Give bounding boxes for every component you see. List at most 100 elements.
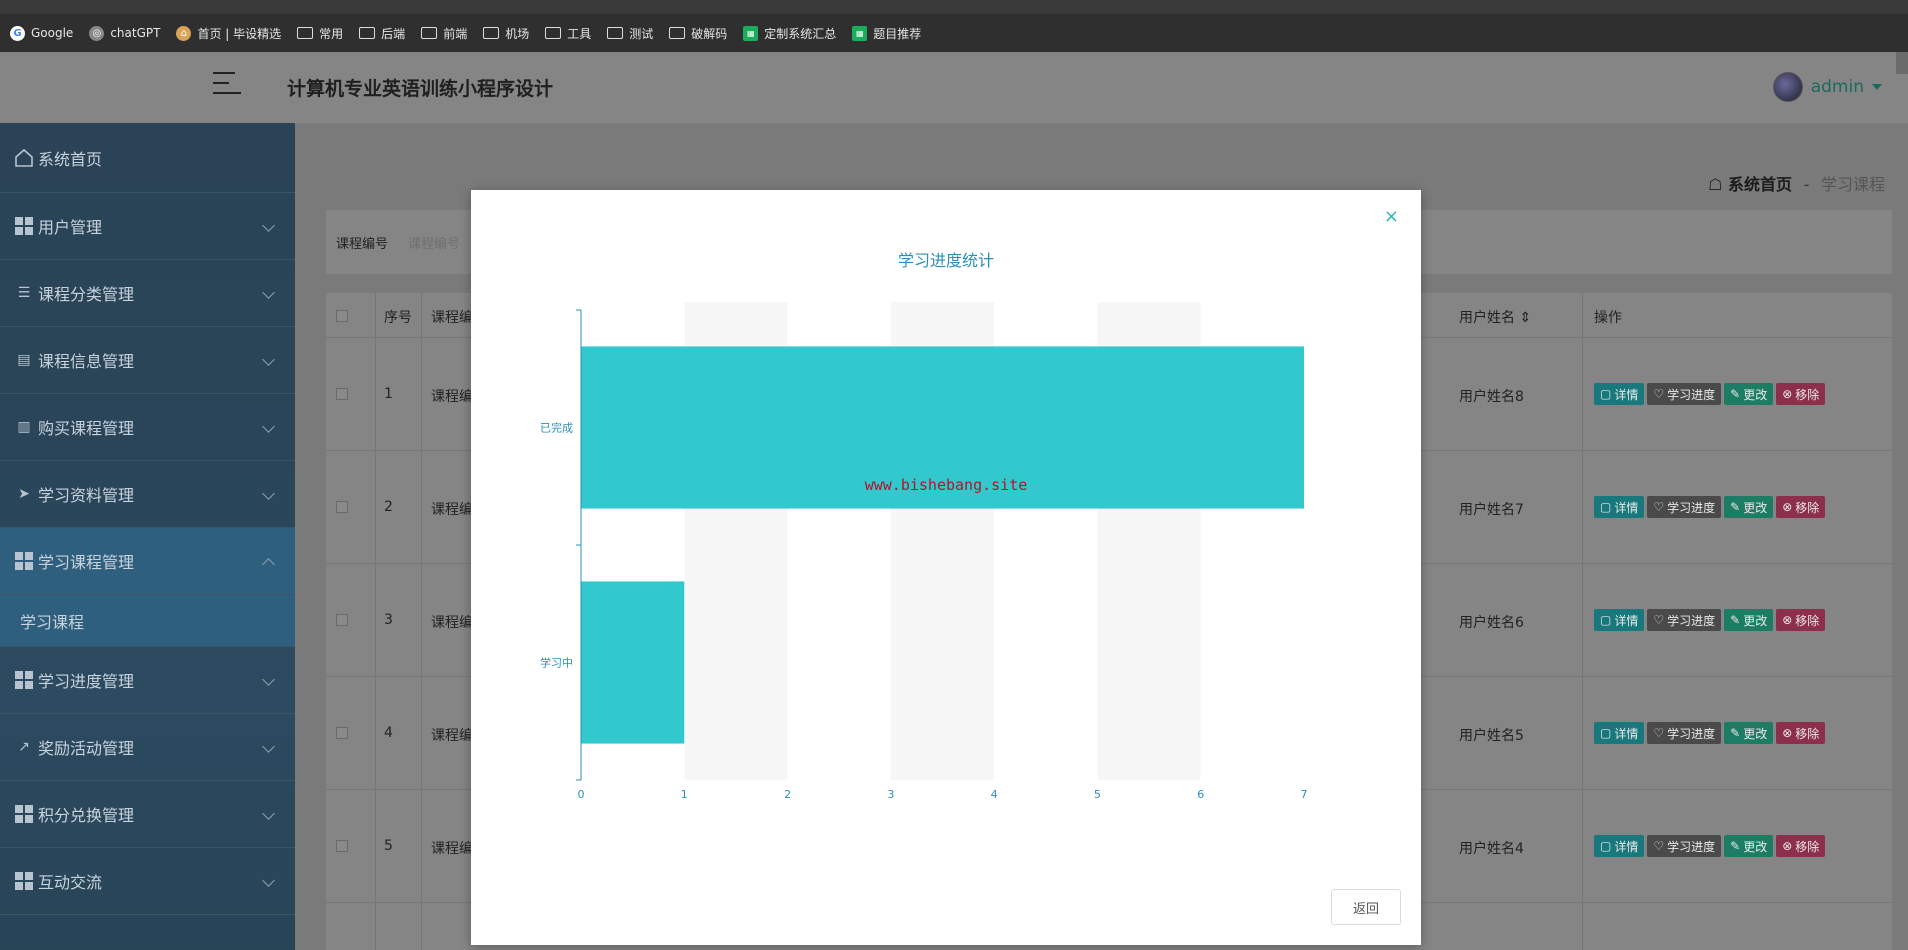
sidebar-item-9[interactable]: 积分兑换管理 (0, 781, 295, 848)
bookmark-item[interactable]: 常用 (293, 21, 353, 46)
chevron-down-icon (262, 487, 275, 500)
bookmark-item[interactable]: 后端 (355, 21, 415, 46)
progress-button[interactable]: ♡ 学习进度 (1647, 722, 1722, 744)
delete-button[interactable]: ⊗ 移除 (1776, 496, 1826, 518)
progress-button[interactable]: ♡ 学习进度 (1647, 835, 1722, 857)
sidebar-item-label: 学习资料管理 (38, 486, 135, 505)
detail-button[interactable]: ▢ 详情 (1594, 609, 1645, 631)
bookmark-label: 常用 (319, 26, 344, 41)
bookmark-item[interactable]: ⌂ 首页 | 毕设精选 (172, 21, 291, 46)
delete-button[interactable]: ⊗ 移除 (1776, 383, 1826, 405)
sheet-icon: ▦ (743, 25, 759, 41)
delete-button[interactable]: ⊗ 移除 (1776, 609, 1826, 631)
sidebar-item-4[interactable]: ▥ 购买课程管理 (0, 394, 295, 461)
sidebar-item-8[interactable]: ↗ 奖励活动管理 (0, 714, 295, 781)
edit-button[interactable]: ✎ 更改 (1724, 722, 1774, 744)
edit-button[interactable]: ✎ 更改 (1724, 609, 1774, 631)
sidebar-item-label: 学习课程管理 (38, 553, 135, 572)
sidebar-item-2[interactable]: ☰ 课程分类管理 (0, 260, 295, 327)
row-checkbox[interactable] (336, 614, 348, 626)
chevron-down-icon (262, 740, 275, 753)
edit-button[interactable]: ✎ 更改 (1724, 383, 1774, 405)
remove-icon: ⊗ (1782, 726, 1793, 740)
sidebar-item-label: 积分兑换管理 (38, 806, 135, 825)
bookmark-item[interactable]: 前端 (417, 21, 477, 46)
clipboard-icon: ▤ (17, 352, 31, 368)
bookmark-item[interactable]: 工具 (541, 21, 601, 46)
progress-button[interactable]: ♡ 学习进度 (1647, 383, 1722, 405)
row-checkbox[interactable] (336, 840, 348, 852)
user-menu[interactable]: admin (1772, 72, 1882, 102)
folder-icon (669, 27, 686, 39)
progress-button[interactable]: ♡ 学习进度 (1647, 496, 1722, 518)
y-tick-label: 已完成 (540, 421, 573, 435)
bookmark-label: 题目推荐 (873, 26, 922, 41)
sidebar-item-1[interactable]: 用户管理 (0, 193, 295, 260)
header-actions: 操作 (1594, 310, 1622, 326)
select-all-checkbox[interactable] (336, 310, 348, 322)
cell-user-name: 用户姓名8 (1459, 389, 1524, 405)
sidebar-item-6[interactable]: 学习课程管理 (0, 528, 295, 595)
edit-button[interactable]: ✎ 更改 (1724, 496, 1774, 518)
sort-icon[interactable]: ⇕ (1519, 310, 1531, 326)
heart-icon: ♡ (1653, 839, 1665, 853)
chatgpt-icon: ◎ (89, 25, 105, 41)
row-checkbox[interactable] (336, 388, 348, 400)
heart-icon: ♡ (1653, 613, 1665, 627)
cell-index: 3 (384, 612, 393, 628)
search-label: 课程编号 (336, 236, 389, 252)
bookmark-item[interactable]: ◎ chatGPT (85, 22, 170, 45)
detail-button[interactable]: ▢ 详情 (1594, 496, 1645, 518)
bookmark-item[interactable]: ▦ 题目推荐 (848, 21, 931, 46)
folder-icon (483, 27, 500, 39)
row-checkbox[interactable] (336, 501, 348, 513)
sidebar-item-5[interactable]: ➤ 学习资料管理 (0, 461, 295, 528)
remove-icon: ⊗ (1782, 613, 1793, 627)
grid-icon (14, 551, 34, 571)
sidebar-item-label: 学习进度管理 (38, 672, 135, 691)
breadcrumb-home[interactable]: 系统首页 (1728, 175, 1792, 194)
menu-toggle-icon[interactable] (213, 72, 241, 100)
cell-user-name: 用户姓名4 (1459, 841, 1524, 857)
x-tick-label: 7 (1301, 788, 1308, 801)
x-tick-label: 4 (991, 788, 998, 801)
edit-button[interactable]: ✎ 更改 (1724, 835, 1774, 857)
bar (581, 581, 685, 744)
row-checkbox[interactable] (336, 727, 348, 739)
row-actions: ▢ 详情 ♡ 学习进度 ✎ 更改 ⊗ 移除 (1594, 383, 1826, 405)
cell-index: 1 (384, 386, 393, 402)
bookmark-item[interactable]: G Google (6, 22, 83, 45)
header-index: 序号 (384, 310, 412, 326)
cell-user-name: 用户姓名6 (1459, 615, 1524, 631)
sidebar-item-label: 课程信息管理 (38, 352, 135, 371)
x-tick-label: 0 (578, 788, 585, 801)
detail-button[interactable]: ▢ 详情 (1594, 835, 1645, 857)
username: admin (1810, 77, 1864, 97)
breadcrumb-separator: - (1803, 175, 1810, 194)
page-scrollbar[interactable] (1896, 52, 1908, 74)
sidebar-item-7[interactable]: 学习进度管理 (0, 647, 295, 714)
back-button[interactable]: 返回 (1331, 889, 1401, 925)
grid-icon (14, 670, 34, 690)
bookmark-label: 首页 | 毕设精选 (197, 26, 282, 41)
remove-icon: ⊗ (1782, 387, 1793, 401)
bookmark-label: 工具 (567, 26, 592, 41)
row-actions: ▢ 详情 ♡ 学习进度 ✎ 更改 ⊗ 移除 (1594, 496, 1826, 518)
search-input[interactable]: 课程编号 (408, 233, 460, 252)
bookmark-item[interactable]: ▦ 定制系统汇总 (739, 21, 846, 46)
sidebar-item-10[interactable]: 互动交流 (0, 848, 295, 915)
delete-button[interactable]: ⊗ 移除 (1776, 835, 1826, 857)
sidebar-subitem-study-course[interactable]: 学习课程 (0, 595, 295, 647)
folder-icon (607, 27, 624, 39)
bookmark-item[interactable]: 机场 (479, 21, 539, 46)
detail-button[interactable]: ▢ 详情 (1594, 383, 1645, 405)
bookmark-item[interactable]: 破解码 (665, 21, 737, 46)
delete-button[interactable]: ⊗ 移除 (1776, 722, 1826, 744)
cell-course-no: 课程编 (431, 389, 473, 405)
progress-button[interactable]: ♡ 学习进度 (1647, 609, 1722, 631)
bookmark-item[interactable]: 测试 (603, 21, 663, 46)
sidebar-item-home[interactable]: 系统首页 (0, 123, 295, 193)
sidebar-item-3[interactable]: ▤ 课程信息管理 (0, 327, 295, 394)
detail-button[interactable]: ▢ 详情 (1594, 722, 1645, 744)
header-user-name[interactable]: 用户姓名 ⇕ (1459, 307, 1531, 327)
